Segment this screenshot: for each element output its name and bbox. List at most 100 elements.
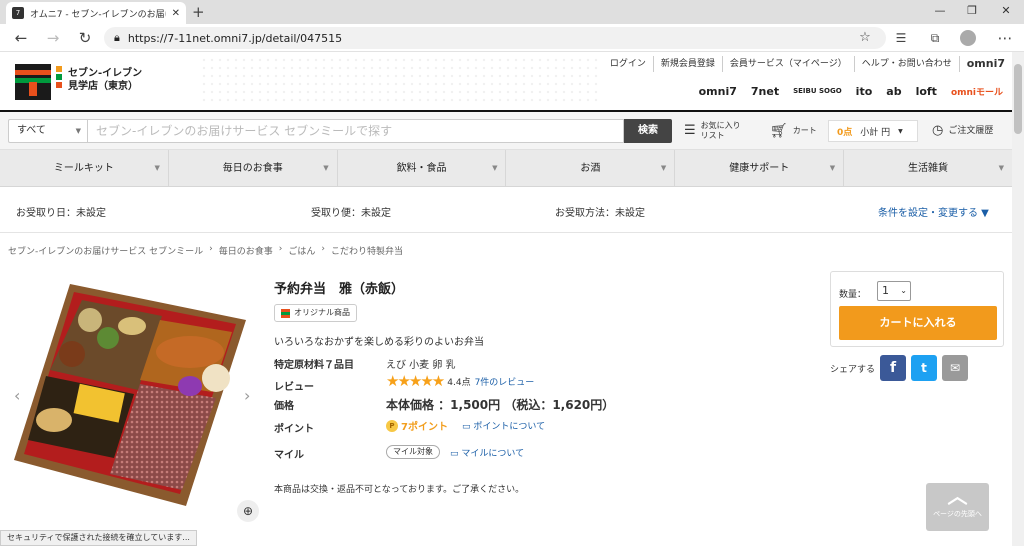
restore-icon[interactable]: ❐ — [960, 4, 984, 20]
purchase-box: 数量： 1 ⌄ カートに入れる — [830, 271, 1004, 347]
pickup-date: お受取り日：未設定 — [16, 208, 106, 219]
category-select[interactable]: すべて ▼ — [8, 119, 88, 143]
share-row: シェアする f t ✉ — [830, 355, 969, 381]
menu-alcohol[interactable]: お酒 ▼ — [506, 150, 676, 186]
mile-tag: マイル対象 — [386, 445, 440, 459]
quantity-select[interactable]: 1 ⌄ — [877, 281, 911, 301]
product-image — [14, 284, 246, 506]
breadcrumb-daily[interactable]: 毎日のお食事 — [219, 244, 273, 257]
reviews-link[interactable]: 7件のレビュー — [475, 375, 535, 388]
new-tab-icon[interactable]: + — [192, 3, 205, 21]
zoom-icon[interactable]: ⊕ — [237, 500, 259, 522]
register-link[interactable]: 新規会員登録 — [652, 56, 722, 72]
list-icon: ☰ — [684, 123, 696, 138]
tab-bar: 7 オムニ7 - セブン-イレブンのお届けサ... ✕ + — ❐ ✕ — [0, 0, 1024, 24]
cart-summary: 0点 小計 円 ▼ — [828, 120, 918, 142]
point-label: ポイント — [274, 424, 314, 435]
allergen-label: 特定原材料７品目 — [274, 360, 354, 371]
mile-label: マイル — [274, 450, 304, 461]
brand-seibu-sogo[interactable]: SEIBU SOGO — [790, 86, 845, 96]
forward-icon[interactable]: → — [44, 29, 62, 47]
prev-image-icon[interactable]: ‹ — [14, 386, 20, 405]
favorite-star-icon[interactable]: ☆ — [856, 29, 874, 47]
point-coin-icon: P — [386, 419, 398, 432]
twitter-icon[interactable]: t — [911, 355, 938, 381]
brand-loft[interactable]: loft — [913, 84, 940, 99]
brand-ito[interactable]: ito — [853, 84, 876, 99]
url-field[interactable]: 🔒︎ https://7-11net.omni7.jp/detail/04751… — [104, 27, 886, 49]
add-to-cart-button[interactable]: カートに入れる — [839, 306, 997, 340]
brand-ab[interactable]: ab — [883, 84, 904, 99]
miles-row: マイル対象 ▭ マイルについて — [386, 445, 524, 459]
scrollbar[interactable] — [1012, 52, 1024, 546]
brand-omni7[interactable]: omni7 — [696, 84, 740, 99]
breadcrumb-rice[interactable]: ごはん — [288, 244, 315, 257]
brand-7net[interactable]: 7net — [748, 84, 782, 99]
rating: ★★★★★ 4.4点 7件のレビュー — [386, 372, 535, 390]
product-name: 予約弁当 雅（赤飯） — [274, 282, 405, 297]
mail-icon[interactable]: ✉ — [942, 355, 969, 381]
store-name: セブン-イレブン 見学店（東京） — [68, 68, 143, 92]
group-brands: omni7 7net SEIBU SOGO ito ab loft omniモー… — [696, 80, 1006, 102]
order-history-button[interactable]: ◷ ご注文履歴 — [932, 118, 993, 144]
menu-drinks-food[interactable]: 飲料・食品 ▼ — [338, 150, 507, 186]
next-image-icon[interactable]: › — [244, 386, 250, 405]
omni7-link[interactable]: omni7 — [958, 56, 1012, 72]
scrollbar-thumb[interactable] — [1014, 64, 1022, 134]
brand-color-marks — [56, 66, 62, 96]
miles-info-link[interactable]: ▭ マイルについて — [450, 446, 524, 459]
breadcrumb-bento[interactable]: こだわり特製弁当 — [331, 244, 403, 257]
chevron-up-icon: ︿ — [947, 484, 968, 508]
address-bar: ← → ↻ 🔒︎ https://7-11net.omni7.jp/detail… — [0, 24, 1024, 52]
login-link[interactable]: ログイン — [603, 56, 653, 72]
seven-eleven-logo[interactable] — [15, 64, 51, 100]
favorites-button[interactable]: ☰ お気に入り リスト — [684, 118, 741, 144]
points-row: P 7ポイント ▭ ポイントについて — [386, 418, 545, 433]
more-icon[interactable]: ⋯ — [996, 29, 1014, 47]
omni7-favicon: 7 — [12, 7, 24, 19]
category-menu: ミールキット ▼ 毎日のお食事 ▼ 飲料・食品 ▼ お酒 ▼ 健康サポート ▼ 生活雑貨 ▼ — [0, 150, 1012, 187]
status-bar: セキュリティで保護された接続を確立しています... — [0, 530, 197, 546]
help-link[interactable]: ヘルプ・お問い合わせ — [853, 56, 959, 72]
menu-health[interactable]: 健康サポート ▼ — [675, 150, 845, 186]
price: 本体価格 ：1,500円 （税込：1,620円） — [386, 398, 615, 412]
allergen-value: えび 小麦 卵 乳 — [386, 360, 456, 371]
chevron-down-icon: ▼ — [898, 127, 903, 135]
seven-mark-icon — [281, 308, 290, 318]
favorites-list-icon[interactable]: ☰ — [892, 29, 910, 47]
price-label: 価格 — [274, 401, 294, 412]
profile-avatar[interactable] — [960, 30, 976, 46]
browser-tab[interactable]: 7 オムニ7 - セブン-イレブンのお届けサ... ✕ — [6, 2, 186, 24]
delivery-settings: お受取り日：未設定 受取り便：未設定 お受取方法：未設定 条件を設定・変更する … — [0, 188, 1012, 233]
product-description: いろいろなおかずを楽しめる彩りのよいお弁当 — [274, 337, 484, 348]
points-info-link[interactable]: ▭ ポイントについて — [462, 419, 545, 432]
menu-daily-meals[interactable]: 毎日のお食事 ▼ — [169, 150, 338, 186]
menu-meal-kit[interactable]: ミールキット ▼ — [0, 150, 169, 186]
back-to-top-button[interactable]: ︿ ページの先頭へ — [926, 483, 989, 531]
member-service-link[interactable]: 会員サービス（マイページ） — [721, 56, 854, 72]
cart-button[interactable]: 🛒︎ カート — [770, 118, 817, 144]
header-links: ログイン 新規会員登録 会員サービス（マイページ） ヘルプ・お問い合わせ omn… — [603, 56, 1012, 72]
breadcrumb-home[interactable]: セブン-イレブンのお届けサービス セブンミール — [8, 244, 203, 257]
facebook-icon[interactable]: f — [880, 355, 907, 381]
review-label: レビュー — [274, 382, 314, 393]
original-badge: オリジナル商品 — [274, 304, 357, 322]
close-tab-icon[interactable]: ✕ — [172, 8, 180, 19]
minimize-icon[interactable]: — — [928, 4, 952, 20]
search-bar: すべて ▼ セブン-イレブンのお届けサービス セブンミールで探す 検索 ☰ お気に… — [0, 112, 1012, 150]
header-decoration — [200, 56, 600, 106]
lock-icon: 🔒︎ — [114, 31, 120, 44]
search-input[interactable]: セブン-イレブンのお届けサービス セブンミールで探す — [88, 119, 624, 143]
refresh-icon[interactable]: ↻ — [76, 29, 94, 47]
back-icon[interactable]: ← — [12, 29, 30, 47]
close-window-icon[interactable]: ✕ — [994, 4, 1018, 20]
collections-icon[interactable]: ⧉ — [926, 29, 944, 47]
url-text: https://7-11net.omni7.jp/detail/047515 — [127, 31, 343, 45]
chevron-down-icon: ▼ — [75, 127, 81, 135]
menu-household[interactable]: 生活雑貨 ▼ — [844, 150, 1012, 186]
change-conditions-link[interactable]: 条件を設定・変更する ▼ — [878, 204, 989, 219]
search-button[interactable]: 検索 — [624, 119, 672, 143]
clock-icon: ◷ — [932, 123, 944, 138]
pickup-method: お受取方法：未設定 — [555, 208, 645, 219]
brand-omni-mall[interactable]: omniモール — [948, 84, 1006, 99]
